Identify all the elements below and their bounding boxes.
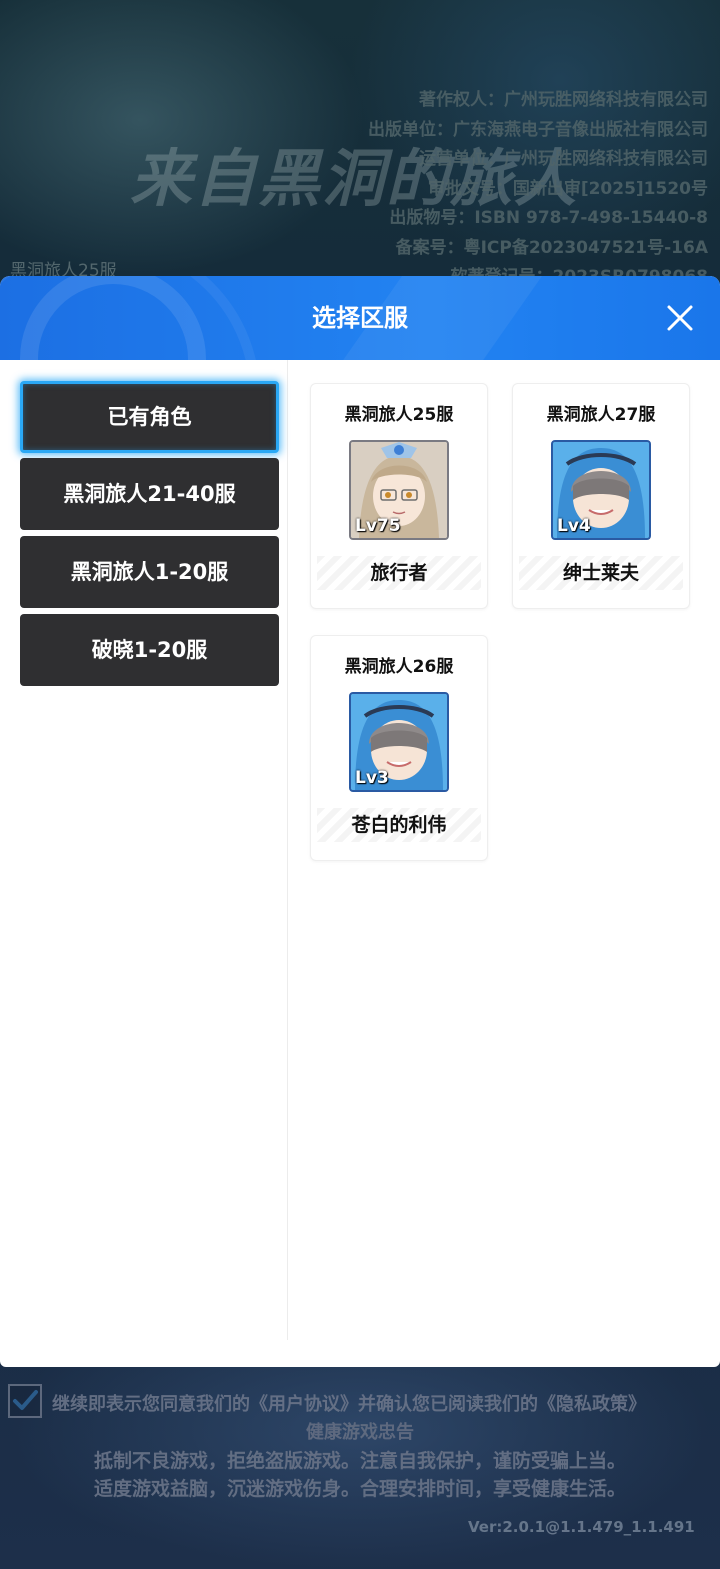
- dialog-header: 选择区服: [0, 276, 720, 360]
- tab-server-21-40[interactable]: 黑洞旅人21-40服: [20, 458, 279, 530]
- health-advice-title: 健康游戏忠告: [306, 1422, 414, 1443]
- name-strip: 绅士莱夫: [519, 556, 683, 590]
- glasses-girl-avatar: Lv75: [349, 440, 449, 540]
- copyright-line: 审批文号：国新出审[2025]1520号: [427, 178, 708, 199]
- copyright-info: 著作权人：广州玩胜网络科技有限公司 出版单位：广东海燕电子音像出版社有限公司 运…: [368, 86, 708, 293]
- card-server-name: 黑洞旅人25服: [344, 405, 454, 425]
- copyright-line: 著作权人：广州玩胜网络科技有限公司: [419, 90, 708, 110]
- card-server-name: 黑洞旅人26服: [344, 657, 454, 677]
- character-name: 苍白的利伟: [351, 814, 447, 836]
- copyright-line: 备案号：粤ICP备2023047521号-16A: [395, 237, 708, 258]
- agreement-checkbox[interactable]: [8, 1384, 42, 1418]
- level-badge: Lv3: [355, 768, 389, 788]
- level-badge: Lv75: [355, 516, 401, 536]
- health-advice-line: 适度游戏益脑，沉迷游戏伤身。合理安排时间，享受健康生活。: [93, 1478, 626, 1500]
- character-card[interactable]: 黑洞旅人25服 Lv75 旅行者: [310, 383, 488, 609]
- character-name: 绅士莱夫: [562, 562, 639, 584]
- dialog-title: 选择区服: [312, 304, 408, 332]
- hooded-boy-avatar: Lv4: [551, 440, 651, 540]
- card-server-name: 黑洞旅人27服: [546, 405, 656, 425]
- tab-existing-characters[interactable]: 已有角色: [20, 381, 279, 453]
- health-advice-line: 抵制不良游戏，拒绝盗版游戏。注意自我保护，谨防受骗上当。: [93, 1450, 626, 1472]
- agreement-text[interactable]: 继续即表示您同意我们的《用户协议》并确认您已阅读我们的《隐私政策》: [52, 1390, 646, 1416]
- version-label: Ver:2.0.1@1.1.479_1.1.491: [468, 1518, 695, 1536]
- copyright-line: 运营单位：广州玩胜网络科技有限公司: [419, 149, 708, 169]
- character-card[interactable]: 黑洞旅人27服 Lv4 绅士莱夫: [512, 383, 690, 609]
- server-group-list: 已有角色 黑洞旅人21-40服 黑洞旅人1-20服 破晓1-20服: [0, 360, 288, 1340]
- close-button[interactable]: [664, 302, 696, 334]
- character-card[interactable]: 黑洞旅人26服 Lv3 苍白的利伟: [310, 635, 488, 861]
- hooded-boy-avatar: Lv3: [349, 692, 449, 792]
- copyright-line: 出版物号：ISBN 978-7-498-15440-8: [389, 208, 708, 228]
- server-select-dialog: 选择区服 已有角色 黑洞旅人21-40服 黑洞旅人1-20服 破晓1-20服 黑…: [0, 276, 720, 1367]
- tab-server-1-20[interactable]: 黑洞旅人1-20服: [20, 536, 279, 608]
- character-name: 旅行者: [370, 562, 428, 584]
- level-badge: Lv4: [557, 516, 591, 536]
- name-strip: 旅行者: [317, 556, 481, 590]
- name-strip: 苍白的利伟: [317, 808, 481, 842]
- tab-dawn-1-20[interactable]: 破晓1-20服: [20, 614, 279, 686]
- checkmark-icon: [13, 1390, 38, 1410]
- copyright-line: 出版单位：广东海燕电子音像出版社有限公司: [368, 119, 708, 140]
- close-icon: [667, 305, 693, 331]
